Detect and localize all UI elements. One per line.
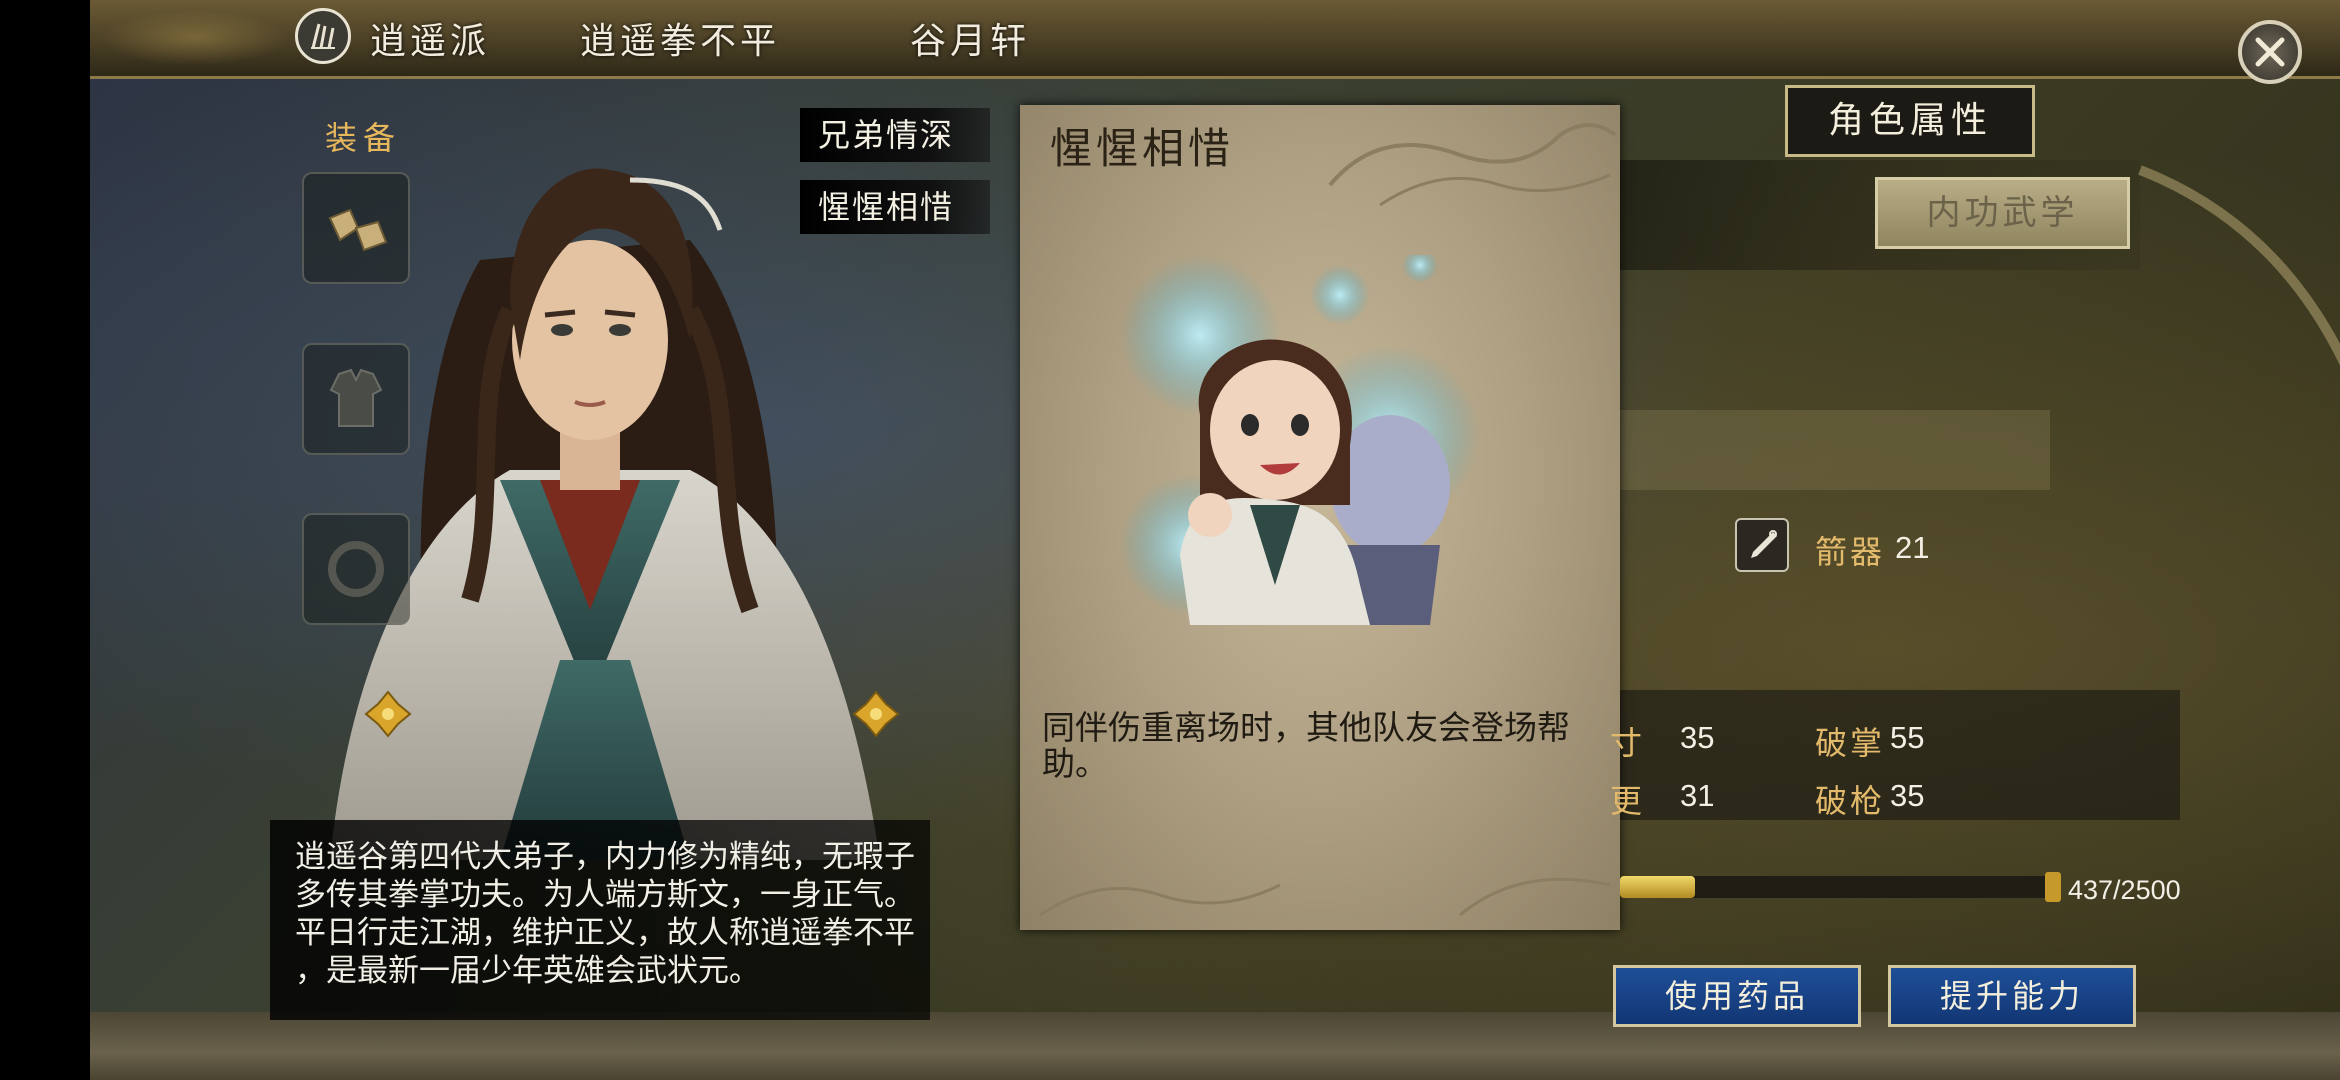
stat-value-break-spear: 35: [1890, 778, 1925, 813]
equipment-slot-armor[interactable]: [302, 343, 410, 455]
hidden-weapon-icon: [1735, 518, 1789, 572]
bond-illustration: [1120, 255, 1480, 625]
experience-bar-end: [2045, 872, 2061, 902]
stat-value-hidden-weapon: 21: [1895, 530, 1930, 565]
stat-value: 35: [1680, 720, 1715, 755]
stat-value-break-palm: 55: [1890, 720, 1925, 755]
card-effect-text: 同伴伤重离场时，其他队友会登场帮助。: [1042, 708, 1570, 783]
equipment-label: 装备: [325, 119, 402, 157]
ring-icon: [328, 541, 384, 597]
cloud-ornament-icon: [100, 10, 290, 66]
character-description: 逍遥谷第四代大弟子，内力修为精纯，无瑕子 多传其拳掌功夫。为人端方斯文，一身正气…: [295, 838, 915, 990]
sect-name: 逍遥派: [370, 21, 491, 62]
description-line: 逍遥谷第四代大弟子，内力修为精纯，无瑕子: [295, 839, 915, 875]
stat-label-break-palm: 破掌: [1815, 724, 1886, 762]
close-button[interactable]: [2238, 20, 2302, 84]
card-title: 惺惺相惜: [1050, 124, 1235, 173]
close-icon: [2255, 37, 2285, 67]
sect-emblem-icon: [295, 8, 351, 64]
experience-value: 437/2500: [2068, 875, 2181, 905]
armor-icon: [329, 368, 383, 427]
upgrade-ability-button[interactable]: 提升能力: [1888, 965, 2136, 1027]
tab-character-attributes[interactable]: 角色属性: [1785, 85, 2035, 157]
experience-bar-fill: [1620, 876, 1695, 898]
cloud-ornament-icon: [1039, 877, 1611, 917]
stat-value: 31: [1680, 778, 1715, 813]
stat-label-break-spear: 破枪: [1815, 782, 1886, 820]
equipment-slot-gloves[interactable]: [302, 172, 410, 284]
stat-label: 更: [1610, 782, 1646, 820]
description-line: ，是最新一届少年英雄会武状元。: [295, 953, 760, 989]
bond-detail-card: 惺惺相惜 同伴伤重离场时，其他队友会登场帮助。: [1020, 105, 1620, 930]
gem-ornament-icon: [364, 690, 412, 738]
description-line: 多传其拳掌功夫。为人端方斯文，一身正气。: [295, 877, 915, 913]
description-line: 平日行走江湖，维护正义，故人称逍遥拳不平: [295, 915, 915, 951]
cloud-ornament-icon: [1328, 123, 1617, 207]
stat-label: 寸: [1610, 724, 1646, 762]
tab-inner-martial-arts[interactable]: 内功武学: [1875, 177, 2130, 249]
gem-ornament-icon: [852, 690, 900, 738]
top-bar: 逍遥派 逍遥拳不平 谷月轩: [90, 0, 2340, 79]
use-medicine-button[interactable]: 使用药品: [1613, 965, 1861, 1027]
stat-label-hidden-weapon: 箭器: [1815, 533, 1886, 571]
stat-panel-background: [1620, 160, 2340, 820]
character-name: 谷月轩: [910, 21, 1031, 62]
equipment-slot-accessory[interactable]: [302, 513, 410, 625]
gauntlet-icon: [328, 208, 388, 252]
game-screen: 逍遥谷第四代大弟子，内力修为精纯，无瑕子 多传其拳掌功夫。为人端方斯文，一身正气…: [90, 0, 2340, 1080]
bond-tag[interactable]: 兄弟情深: [800, 108, 990, 162]
bond-tag-selected[interactable]: 惺惺相惜: [800, 180, 990, 234]
character-title: 逍遥拳不平: [580, 21, 781, 62]
